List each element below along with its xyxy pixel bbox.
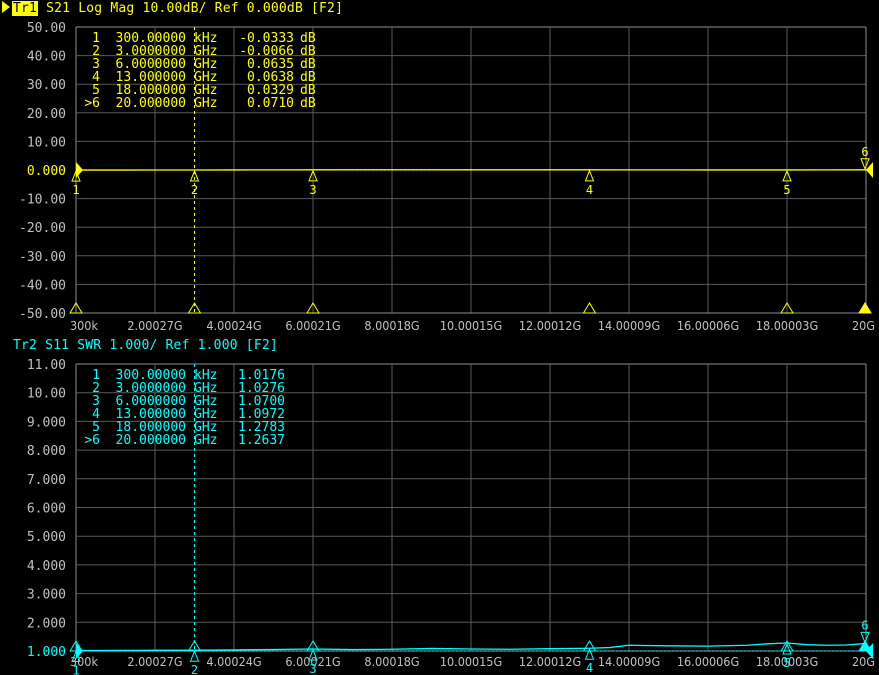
x-tick-label: 10.00015G (440, 318, 502, 333)
x-tick-label: 2.00027G (127, 654, 182, 669)
y-tick-label: 30.00 (27, 78, 66, 93)
marker-number: 1 (72, 183, 79, 197)
y-tick-label: 20.00 (27, 107, 66, 122)
marker-table-index: >6 (84, 96, 100, 111)
marker-axis-triangle-icon (582, 302, 597, 314)
x-tick-label: 12.00012G (519, 318, 581, 333)
vna-display[interactable]: 50.00300k40.002.00027G30.004.00024G20.00… (0, 0, 879, 675)
marker-table-value: 0.0710 (247, 96, 294, 111)
x-tick-label: 2.00027G (127, 318, 182, 333)
y-tick-label: -20.00 (19, 221, 66, 236)
x-tick-label: 12.00012G (519, 654, 581, 669)
y-tick-label: 3.000 (27, 588, 66, 603)
marker-number: 5 (783, 183, 790, 197)
y-tick-label: 50.00 (27, 21, 66, 36)
marker-table-value: 1.2637 (238, 433, 285, 448)
y-tick-label: 6.000 (27, 502, 66, 517)
marker-number: 4 (586, 183, 593, 197)
x-tick-label: 4.00024G (206, 654, 261, 669)
marker-number: 3 (309, 183, 316, 197)
y-tick-label: -40.00 (19, 278, 66, 293)
marker-table: 1 300.00000 kHz 1.01762 3.0000000 GHz 1.02763 6… (84, 368, 285, 448)
marker-number: 2 (191, 183, 198, 197)
x-tick-label: 14.00009G (598, 654, 660, 669)
marker-table-unit: GHz (194, 433, 217, 448)
marker-table-frequency: 20.000000 (116, 433, 186, 448)
x-tick-label: 18.00003G (756, 318, 818, 333)
marker-number: 3 (309, 662, 316, 675)
x-tick-label: 14.00009G (598, 318, 660, 333)
y-tick-label: 8.000 (27, 444, 66, 459)
marker-table-value-unit: dB (300, 96, 316, 111)
x-tick-label: 4.00024G (206, 318, 261, 333)
marker-number: 6 (861, 145, 868, 159)
marker-number: 2 (191, 663, 198, 675)
y-tick-label: 1.000 (27, 645, 66, 660)
x-tick-label: 16.00006G (677, 654, 739, 669)
chart-s11: 11.00300k10.002.00027G9.0004.00024G8.000… (27, 358, 875, 675)
marker-table: 1 300.00000 kHz -0.0333 dB2 3.0000000 GHz -0.00… (84, 31, 315, 111)
y-tick-label: 4.000 (27, 559, 66, 574)
marker-triangle-icon (584, 169, 595, 182)
marker-table-frequency: 20.000000 (116, 96, 186, 111)
marker-table-unit: GHz (194, 96, 217, 111)
y-tick-label: -30.00 (19, 250, 66, 265)
marker-triangle-icon (860, 158, 870, 171)
marker-number: 1 (72, 663, 79, 675)
y-tick-label: -50.00 (19, 307, 66, 322)
x-tick-label: 8.00018G (364, 318, 419, 333)
y-tick-label: 40.00 (27, 50, 66, 65)
marker-axis-triangle-icon (858, 302, 872, 314)
marker-number: 6 (861, 618, 868, 632)
marker-number: 4 (586, 661, 593, 675)
y-tick-label: -10.00 (19, 193, 66, 208)
y-tick-label: 10.00 (27, 135, 66, 150)
y-tick-label: 2.000 (27, 616, 66, 631)
y-tick-label: 7.000 (27, 473, 66, 488)
marker-table-index: >6 (84, 433, 100, 448)
x-tick-label: 16.00006G (677, 318, 739, 333)
chart-s21: 50.00300k40.002.00027G30.004.00024G20.00… (19, 21, 875, 333)
marker-triangle-icon (189, 649, 200, 662)
marker-number: 5 (783, 656, 790, 670)
y-tick-label: 0.000 (27, 164, 66, 179)
y-tick-label: 11.00 (27, 358, 66, 373)
x-tick-label: 10.00015G (440, 654, 502, 669)
x-tick-label: 8.00018G (364, 654, 419, 669)
x-tick-label: 300k (70, 318, 98, 333)
x-tick-label: 20G (852, 318, 875, 333)
y-tick-label: 10.00 (27, 387, 66, 402)
marker-axis-triangle-icon (858, 640, 872, 652)
y-tick-label: 5.000 (27, 530, 66, 545)
y-tick-label: 9.000 (27, 415, 66, 430)
x-tick-label: 6.00021G (285, 318, 340, 333)
